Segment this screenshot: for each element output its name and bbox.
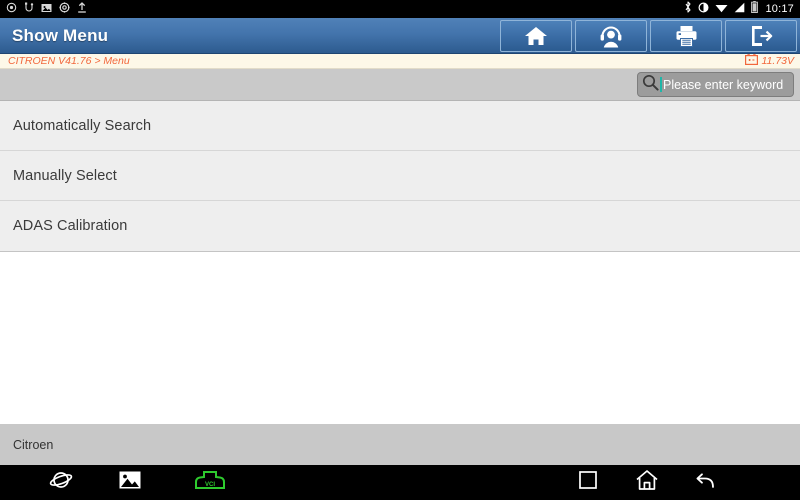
home-icon xyxy=(636,470,658,495)
search-icon xyxy=(642,74,659,96)
search-placeholder: Please enter keyword xyxy=(663,77,784,92)
back-icon xyxy=(695,470,717,495)
home-icon xyxy=(524,25,548,47)
footer-label: Citroen xyxy=(13,437,54,452)
search-bar-region: Please enter keyword xyxy=(0,69,800,101)
menu-item-manually-select[interactable]: Manually Select xyxy=(0,151,800,201)
diagnostic-app-screen: 10:17 Show Menu CITROEN V41.76 > Menu 11… xyxy=(0,0,800,500)
recents-button[interactable] xyxy=(560,465,616,500)
android-nav-bar: VCI xyxy=(0,465,800,500)
footer-bar: Citroen xyxy=(0,424,800,465)
vci-button[interactable]: VCI xyxy=(182,465,238,500)
svg-text:VCI: VCI xyxy=(205,482,215,488)
headset-user-icon xyxy=(599,25,623,48)
browser-button[interactable] xyxy=(33,465,89,500)
search-input[interactable]: Please enter keyword xyxy=(637,72,794,97)
support-button[interactable] xyxy=(575,20,647,52)
breadcrumb-bar: CITROEN V41.76 > Menu 11.73V xyxy=(0,54,800,69)
menu-list: Automatically Search Manually Select ADA… xyxy=(0,101,800,252)
print-button[interactable] xyxy=(650,20,722,52)
cellular-signal-icon xyxy=(734,1,745,17)
status-bar-clock: 10:17 xyxy=(765,3,794,15)
wifi-icon xyxy=(715,1,728,17)
bluetooth-icon xyxy=(684,1,692,17)
brightness-icon xyxy=(698,1,709,17)
upload-icon xyxy=(77,1,87,17)
page-title: Show Menu xyxy=(12,25,109,45)
recents-icon xyxy=(579,471,597,494)
settings-alert-icon xyxy=(59,1,70,17)
battery-icon xyxy=(751,1,759,17)
gallery-icon xyxy=(119,471,141,494)
browser-icon xyxy=(49,469,73,496)
exit-button[interactable] xyxy=(725,20,797,52)
voltage-value: 11.73V xyxy=(761,54,795,67)
breadcrumb[interactable]: CITROEN V41.76 > Menu xyxy=(8,54,130,69)
usb-connection-icon xyxy=(24,1,34,17)
content-empty-area xyxy=(0,252,800,424)
exit-door-icon xyxy=(749,25,773,47)
menu-item-label: Manually Select xyxy=(13,167,117,184)
voltage-indicator: 11.73V xyxy=(744,52,795,70)
app-title-bar: Show Menu xyxy=(0,18,800,54)
car-battery-icon xyxy=(744,52,758,70)
usb-debug-icon xyxy=(6,2,17,16)
menu-item-adas-calibration[interactable]: ADAS Calibration xyxy=(0,201,800,251)
home-button-nav[interactable] xyxy=(619,465,675,500)
printer-icon xyxy=(675,25,698,47)
android-status-bar: 10:17 xyxy=(0,0,800,18)
status-bar-right-icons: 10:17 xyxy=(684,0,794,18)
menu-item-automatically-search[interactable]: Automatically Search xyxy=(0,101,800,151)
menu-item-label: Automatically Search xyxy=(13,117,152,134)
text-caret xyxy=(660,77,662,92)
menu-item-label: ADAS Calibration xyxy=(13,218,128,234)
status-bar-left-icons xyxy=(6,0,87,18)
toolbar xyxy=(500,20,797,52)
gallery-button[interactable] xyxy=(102,465,158,500)
back-button[interactable] xyxy=(678,465,734,500)
vci-connector-icon: VCI xyxy=(194,470,226,495)
home-button[interactable] xyxy=(500,20,572,52)
screenshot-icon xyxy=(41,1,52,17)
